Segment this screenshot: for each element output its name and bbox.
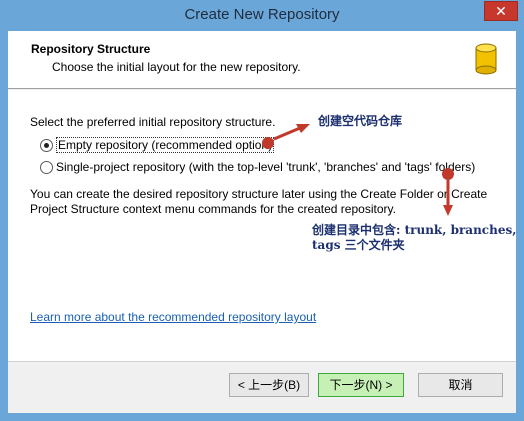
header-title: Repository Structure xyxy=(31,42,151,56)
annotation-empty-text: 创建空代码仓库 xyxy=(318,114,403,128)
dialog-window: Create New Repository ✕ Repository Struc… xyxy=(0,0,524,421)
database-icon xyxy=(475,43,497,75)
annotation-folders-text-2: tags 三个文件夹 xyxy=(312,238,405,252)
structure-note: You can create the desired repository st… xyxy=(30,187,488,216)
radio-single-project[interactable] xyxy=(40,160,53,174)
option-empty-repository[interactable]: Empty repository (recommended option) xyxy=(40,137,275,153)
wizard-footer: < 上一步(B) 下一步(N) > 取消 xyxy=(8,362,516,413)
intro-text: Select the preferred initial repository … xyxy=(30,115,276,129)
title-bar[interactable]: Create New Repository ✕ xyxy=(0,0,524,31)
radio-empty-repository[interactable] xyxy=(40,138,53,152)
close-icon: ✕ xyxy=(495,3,507,19)
learn-more-link[interactable]: Learn more about the recommended reposit… xyxy=(30,310,316,324)
option-label-empty: Empty repository (recommended option) xyxy=(56,137,275,153)
back-button[interactable]: < 上一步(B) xyxy=(229,373,309,397)
option-single-project[interactable]: Single-project repository (with the top-… xyxy=(40,159,475,175)
wizard-header: Repository Structure Choose the initial … xyxy=(8,31,516,89)
next-button[interactable]: 下一步(N) > xyxy=(318,373,404,397)
window-title: Create New Repository xyxy=(184,6,340,23)
option-label-single: Single-project repository (with the top-… xyxy=(56,160,476,174)
header-subtitle: Choose the initial layout for the new re… xyxy=(52,60,301,74)
cancel-button[interactable]: 取消 xyxy=(418,373,503,397)
close-button[interactable]: ✕ xyxy=(484,1,518,21)
